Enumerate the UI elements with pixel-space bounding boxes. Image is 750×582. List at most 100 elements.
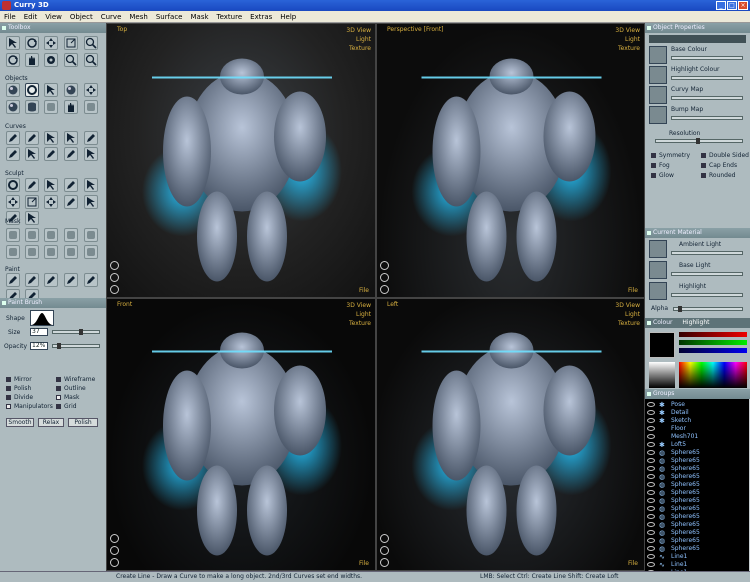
viewport-menu-texture[interactable]: Texture — [346, 44, 371, 53]
option-mirror-checkbox[interactable]: Mirror — [6, 376, 32, 383]
eye-icon[interactable] — [647, 514, 655, 519]
viewport-perspective[interactable]: Perspective [Front] 3D View Light Texture Fi… — [376, 23, 645, 298]
viewport-file-button[interactable]: File — [628, 560, 638, 567]
tool-pan-icon[interactable] — [44, 53, 58, 67]
eye-icon[interactable] — [647, 466, 655, 471]
opacity-slider[interactable] — [52, 343, 100, 349]
swatch-bump-map[interactable] — [649, 106, 667, 124]
option-fog-checkbox[interactable]: Fog — [651, 162, 670, 169]
menu-mask[interactable]: Mask — [186, 11, 212, 23]
alpha-slider[interactable] — [673, 306, 743, 312]
resolution-slider-knob[interactable] — [696, 138, 700, 144]
alpha-slider-knob[interactable] — [678, 306, 682, 312]
eye-icon[interactable] — [647, 546, 655, 551]
blue-channel-bar[interactable] — [679, 348, 747, 353]
size-field[interactable]: 37 — [30, 328, 48, 336]
tool-zoom-icon[interactable] — [64, 53, 78, 67]
viewport-rotate-icon[interactable] — [380, 261, 389, 270]
viewport-top[interactable]: Top 3D View Light Texture File — [106, 23, 376, 298]
tool-box-icon[interactable] — [84, 228, 98, 242]
tool-box-icon[interactable] — [44, 228, 58, 242]
viewport-menu-texture[interactable]: Texture — [346, 319, 371, 328]
option-grid-checkbox[interactable]: Grid — [56, 403, 77, 410]
tool-pen-icon[interactable] — [6, 131, 20, 145]
viewport-zoom-icon[interactable] — [110, 285, 119, 294]
tool-box-icon[interactable] — [84, 245, 98, 259]
minimize-button[interactable]: _ — [716, 1, 726, 10]
material-base-light-swatch[interactable] — [649, 261, 667, 279]
eye-icon[interactable] — [647, 410, 655, 415]
group-row[interactable]: Floor — [645, 425, 749, 433]
swatch-slider[interactable] — [671, 96, 743, 100]
eye-icon[interactable] — [647, 522, 655, 527]
colour-tab[interactable]: Colour — [653, 319, 672, 326]
group-row[interactable]: ◍ Sphere65 — [645, 505, 749, 513]
viewport-move-icon[interactable] — [380, 273, 389, 282]
group-row[interactable]: ◍ Sphere65 — [645, 473, 749, 481]
tool-move-icon[interactable] — [44, 36, 58, 50]
tool-arrow-icon[interactable] — [44, 131, 58, 145]
swatch-slider[interactable] — [671, 116, 743, 120]
tool-arrow-icon[interactable] — [44, 83, 58, 97]
tool-box-icon[interactable] — [6, 228, 20, 242]
material-ambient-light-swatch[interactable] — [649, 240, 667, 258]
material-slider[interactable] — [671, 272, 743, 276]
viewport-menu-light[interactable]: Light — [346, 35, 371, 44]
tool-arrow-icon[interactable] — [25, 147, 39, 161]
smooth-button[interactable]: Smooth — [6, 418, 34, 427]
group-row[interactable]: ∿ Line1 — [645, 553, 749, 561]
tool-move-icon[interactable] — [44, 195, 58, 209]
menu-extras[interactable]: Extras — [246, 11, 276, 23]
option-manipulators-checkbox[interactable]: Manipulators — [6, 403, 53, 410]
viewport-menu-light[interactable]: Light — [346, 310, 371, 319]
group-row[interactable]: ◍ Sphere65 — [645, 449, 749, 457]
option-outline-checkbox[interactable]: Outline — [56, 385, 86, 392]
eye-icon[interactable] — [647, 490, 655, 495]
viewport-menu-light[interactable]: Light — [615, 35, 640, 44]
eye-icon[interactable] — [647, 434, 655, 439]
relax-button[interactable]: Relax — [38, 418, 64, 427]
swatch-curvy-map[interactable] — [649, 86, 667, 104]
group-row[interactable]: ✱ Sketch — [645, 417, 749, 425]
viewport-menu-3d-view[interactable]: 3D View — [615, 26, 640, 35]
swatch-base-colour[interactable] — [649, 46, 667, 64]
tool-pen-icon[interactable] — [64, 178, 78, 192]
group-row[interactable]: ◍ Sphere65 — [645, 537, 749, 545]
menu-edit[interactable]: Edit — [20, 11, 42, 23]
viewport-left[interactable]: Left 3D View Light Texture File — [376, 298, 645, 571]
tool-arrow-icon[interactable] — [64, 131, 78, 145]
resolution-slider[interactable] — [655, 138, 743, 144]
option-glow-checkbox[interactable]: Glow — [651, 172, 674, 179]
tool-search-icon[interactable] — [84, 53, 98, 67]
menu-file[interactable]: File — [0, 11, 20, 23]
tool-box-icon[interactable] — [25, 245, 39, 259]
viewport-file-button[interactable]: File — [359, 560, 369, 567]
group-row[interactable]: ◍ Sphere65 — [645, 513, 749, 521]
tool-arrow-icon[interactable] — [84, 147, 98, 161]
viewport-menu-3d-view[interactable]: 3D View — [346, 26, 371, 35]
tool-pen-icon[interactable] — [6, 147, 20, 161]
group-row[interactable]: ◍ Sphere65 — [645, 497, 749, 505]
tool-scale-icon[interactable] — [64, 36, 78, 50]
menu-surface[interactable]: Surface — [152, 11, 187, 23]
option-polish-checkbox[interactable]: Polish — [6, 385, 31, 392]
current-colour-swatch[interactable] — [649, 332, 675, 358]
option-divide-checkbox[interactable]: Divide — [6, 394, 33, 401]
eye-icon[interactable] — [647, 458, 655, 463]
tool-box-icon[interactable] — [64, 228, 78, 242]
brush-shape-preview[interactable] — [30, 310, 54, 326]
eye-icon[interactable] — [647, 482, 655, 487]
eye-icon[interactable] — [647, 530, 655, 535]
tool-arrow-icon[interactable] — [25, 211, 39, 225]
eye-icon[interactable] — [647, 498, 655, 503]
object-name-field[interactable] — [649, 35, 746, 43]
tool-box-icon[interactable] — [25, 228, 39, 242]
tool-pen-icon[interactable] — [84, 131, 98, 145]
tool-arrow-icon[interactable] — [84, 178, 98, 192]
option-cap-ends-checkbox[interactable]: Cap Ends — [701, 162, 737, 169]
close-button[interactable]: × — [738, 1, 748, 10]
eye-icon[interactable] — [647, 450, 655, 455]
tool-move-icon[interactable] — [84, 83, 98, 97]
opacity-slider-knob[interactable] — [57, 343, 61, 349]
green-channel-bar[interactable] — [679, 340, 747, 345]
